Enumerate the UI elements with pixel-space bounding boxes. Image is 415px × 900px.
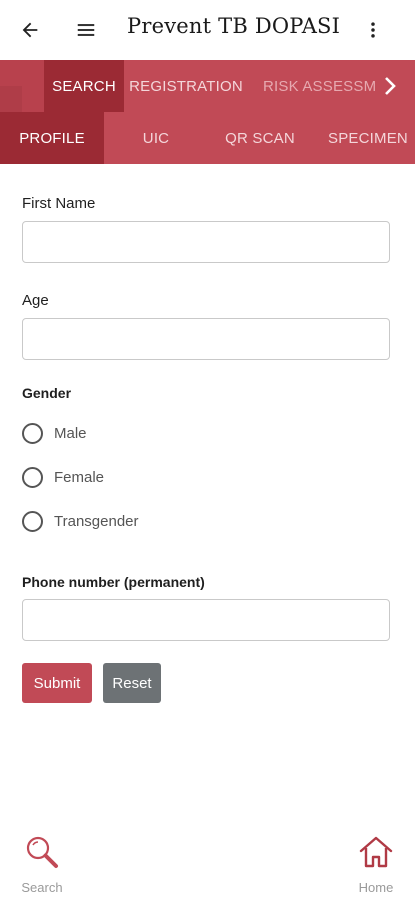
main-tab-bar: SEARCH REGISTRATION RISK ASSESSMENT: [0, 60, 415, 112]
submit-button[interactable]: Submit: [22, 663, 92, 703]
gender-option-label-male[interactable]: Male: [54, 425, 87, 442]
sub-tab-bar: PROFILE UIC QR SCAN SPECIMEN: [0, 112, 415, 164]
gender-option-label-transgender[interactable]: Transgender: [54, 513, 139, 530]
tab-uic[interactable]: UIC: [104, 112, 208, 164]
bottom-navigation: Search Home: [0, 826, 415, 900]
first-name-label: First Name: [22, 195, 96, 212]
tab-risk-assessment[interactable]: RISK ASSESSMENT: [252, 60, 376, 112]
tabs-scroll-right-button[interactable]: [378, 70, 402, 102]
tab-specimen[interactable]: SPECIMEN: [312, 112, 415, 164]
tab-bar-decoration: [0, 86, 22, 112]
nav-home[interactable]: Home: [346, 826, 406, 900]
arrow-left-icon: [22, 22, 38, 38]
age-label: Age: [22, 292, 49, 309]
gender-radio-transgender[interactable]: [22, 511, 43, 532]
app-title: Prevent TB DOPASI: [127, 14, 341, 38]
age-input[interactable]: [22, 318, 390, 360]
tab-registration[interactable]: REGISTRATION: [124, 60, 248, 112]
gender-radio-female[interactable]: [22, 467, 43, 488]
tab-profile[interactable]: PROFILE: [0, 112, 104, 164]
tab-qr-scan[interactable]: QR SCAN: [208, 112, 312, 164]
tab-search[interactable]: SEARCH: [44, 60, 124, 112]
phone-input[interactable]: [22, 599, 390, 641]
more-options-button[interactable]: [358, 14, 388, 46]
home-icon: [359, 836, 393, 868]
nav-search-label: Search: [21, 880, 63, 895]
gender-radio-male[interactable]: [22, 423, 43, 444]
reset-button[interactable]: Reset: [103, 663, 161, 703]
gender-option-label-female[interactable]: Female: [54, 469, 104, 486]
nav-home-label: Home: [358, 880, 394, 895]
more-vert-icon: [371, 22, 375, 38]
hamburger-menu-icon: [77, 24, 95, 36]
nav-search[interactable]: Search: [12, 826, 72, 900]
chevron-right-icon: [385, 77, 396, 95]
menu-button[interactable]: [70, 14, 102, 46]
app-bar: Prevent TB DOPASI: [0, 0, 415, 60]
gender-label: Gender: [22, 385, 72, 401]
first-name-input[interactable]: [22, 221, 390, 263]
magnifier-icon: [26, 836, 58, 868]
phone-label: Phone number (permanent): [22, 574, 205, 590]
back-button[interactable]: [14, 14, 46, 46]
